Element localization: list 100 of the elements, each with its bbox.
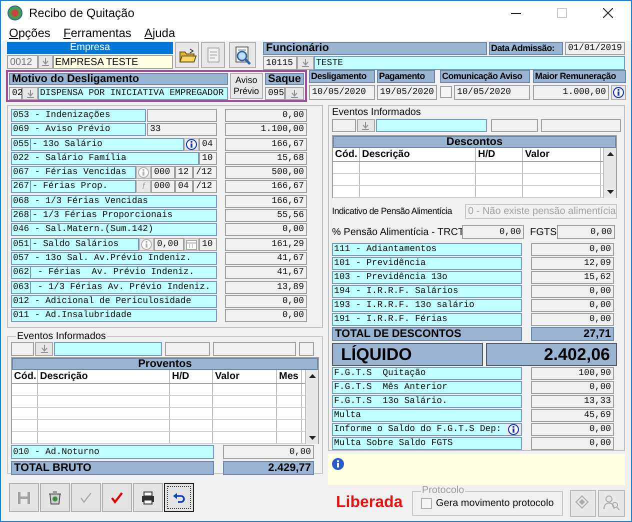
column-header[interactable]: H/D (476, 148, 523, 161)
value-field[interactable]: 1.000,00 (533, 85, 609, 100)
text-field[interactable] (540, 119, 621, 132)
window-title: Recibo de Quitação (29, 4, 134, 22)
value-field: 15,68 (225, 152, 307, 165)
column-header[interactable]: H/D (170, 370, 213, 383)
column-header[interactable]: Valor (213, 370, 277, 383)
date-field[interactable]: 01/01/2019 (565, 42, 625, 55)
text-field[interactable] (332, 119, 356, 132)
calendar-icon (186, 238, 197, 250)
menu-item[interactable]: Ferramentas (63, 24, 132, 42)
open-button[interactable] (175, 42, 199, 68)
text-field[interactable]: 0,00 (154, 238, 184, 251)
text-field[interactable]: 0,00 (462, 225, 524, 239)
item-code: 268 (12, 210, 32, 222)
date-field[interactable]: 10/05/2020 (309, 85, 375, 100)
date-field[interactable]: 10/05/2020 (454, 85, 530, 100)
scrollbar[interactable] (305, 370, 318, 444)
total-value: 2.429,77 (223, 461, 314, 475)
field-header: Comunicação Aviso (440, 70, 530, 83)
down-arrow-icon (42, 58, 49, 66)
close-icon (603, 8, 613, 18)
text-field[interactable]: /12 (193, 180, 217, 194)
column-header[interactable]: Descrição (38, 370, 170, 383)
total-label: LÍQUIDO (332, 343, 483, 366)
info-icon (186, 138, 197, 150)
value-field: 41,67 (225, 252, 307, 265)
text-field[interactable]: 02 (9, 87, 22, 100)
text-field[interactable]: 10115 (263, 56, 297, 70)
item-label: 111 - Adiantamentos (332, 243, 522, 256)
group-label: Eventos Informados (16, 331, 107, 342)
trash-can-icon (48, 490, 62, 504)
confirm-button[interactable] (102, 483, 132, 512)
search-button[interactable] (229, 42, 256, 68)
column-header[interactable]: Valor (523, 148, 601, 161)
undo-icon (172, 490, 186, 504)
text-field[interactable] (299, 342, 314, 356)
scrollbar[interactable] (603, 148, 616, 198)
item-label: 194 - I.R.R.F. Salários (332, 285, 522, 298)
lookup-button[interactable] (35, 342, 53, 356)
text-field[interactable] (54, 342, 162, 356)
item-label: 068 - 1/3 Férias Vencidas (11, 194, 217, 208)
item-label: 053 - Indenizações (11, 109, 146, 122)
item-label: 057 - 13o Sal. Av.Prévio Indeniz. (11, 252, 217, 265)
undo-button[interactable] (164, 483, 194, 512)
item-label: - 1/3 Férias Proporcionais (31, 210, 174, 222)
text-field[interactable]: 04 (199, 138, 217, 151)
text-field[interactable] (213, 342, 296, 356)
text-field[interactable] (165, 342, 210, 356)
info-icon (332, 458, 344, 470)
menu-item[interactable]: Opções (9, 24, 50, 42)
text-field[interactable] (490, 119, 538, 132)
text-field[interactable]: 33 (147, 123, 217, 136)
checkbox[interactable] (440, 86, 452, 98)
text-field[interactable]: TESTE (314, 56, 625, 70)
date-field[interactable]: 19/05/2020 (377, 85, 438, 100)
lookup-button[interactable] (284, 87, 304, 100)
aviso-previo-button[interactable]: Aviso Prévio (230, 73, 263, 99)
value-field: 45,69 (531, 409, 614, 422)
lookup-button[interactable] (38, 55, 53, 69)
lookup-button[interactable] (297, 56, 314, 70)
item-label: 022 - Salário Família (11, 152, 199, 165)
print-button[interactable] (133, 483, 163, 512)
text-field[interactable] (147, 109, 217, 122)
column-header[interactable]: Cód. (12, 370, 38, 383)
text-field[interactable]: 04 (175, 180, 193, 194)
value-field: 0,00 (531, 285, 614, 298)
text-field[interactable]: DISPENSA POR INICIATIVA EMPREGADOR (38, 87, 228, 100)
value-field: 161,29 (225, 238, 307, 251)
item-label: 101 - Previdência (332, 257, 522, 270)
folder-icon (178, 46, 196, 64)
text-field[interactable]: /12 (193, 166, 217, 180)
text-field[interactable]: 10 (199, 238, 217, 251)
text-field[interactable]: 095 (264, 87, 285, 100)
info-button[interactable] (611, 85, 626, 100)
up-arrow-icon (308, 374, 316, 378)
check-icon (79, 490, 93, 504)
text-field[interactable]: EMPRESA TESTE (53, 55, 173, 69)
column-header[interactable]: Descrição (360, 148, 476, 161)
field-header: Pagamento (377, 70, 435, 83)
delete-button[interactable] (40, 483, 70, 512)
text-field[interactable]: 0012 (7, 55, 38, 69)
field-header: Maior Remuneração (533, 70, 626, 83)
column-header[interactable]: Mes (277, 370, 302, 383)
item-label: Multa Sobre Saldo FGTS (332, 437, 522, 450)
info-button[interactable] (184, 138, 199, 151)
info-button[interactable] (506, 424, 521, 435)
text-field[interactable] (11, 342, 34, 356)
group-label: Protocolo (420, 486, 466, 496)
text-field[interactable]: 000 (151, 166, 175, 180)
text-field[interactable]: 10 (199, 152, 217, 165)
app-icon (7, 4, 23, 20)
column-header[interactable]: Cód. (333, 148, 360, 161)
lookup-button[interactable] (356, 119, 375, 132)
text-field[interactable]: 12 (175, 166, 193, 180)
text-field[interactable]: 000 (151, 180, 175, 194)
menu-item[interactable]: Ajuda (144, 24, 176, 42)
text-field[interactable] (376, 119, 487, 132)
lookup-button[interactable] (22, 87, 38, 100)
item-label: 103 - Previdência 13o (332, 271, 522, 284)
